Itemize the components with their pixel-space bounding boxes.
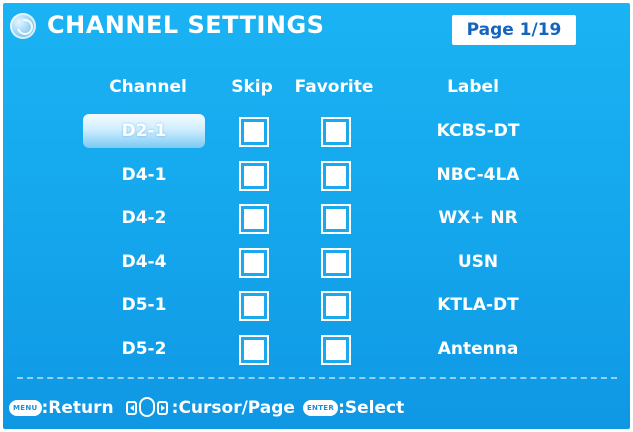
- channel-number[interactable]: D5-1: [83, 288, 205, 322]
- dpad-icon: [125, 397, 169, 419]
- title-bar: CHANNEL SETTINGS Page 1/19: [3, 3, 630, 49]
- skip-checkbox[interactable]: [239, 335, 269, 365]
- channel-label: Antenna: [437, 339, 519, 359]
- return-hint: :Return: [41, 398, 114, 418]
- footer-divider: [17, 377, 617, 379]
- channel-label: WX+ NR: [438, 208, 518, 228]
- page-title: CHANNEL SETTINGS: [47, 11, 325, 39]
- favorite-checkbox[interactable]: [321, 161, 351, 191]
- favorite-checkbox[interactable]: [321, 248, 351, 278]
- select-hint: :Select: [338, 398, 405, 418]
- enter-key-icon: ENTER: [302, 400, 339, 416]
- favorite-checkbox[interactable]: [321, 204, 351, 234]
- channel-number[interactable]: D5-2: [83, 332, 205, 366]
- channel-label: NBC-4LA: [436, 165, 520, 185]
- page-indicator: Page 1/19: [452, 15, 576, 45]
- channel-label: KTLA-DT: [437, 295, 519, 315]
- skip-checkbox[interactable]: [239, 161, 269, 191]
- channel-row[interactable]: D4-1 NBC-4LA: [3, 158, 630, 196]
- favorite-checkbox[interactable]: [321, 117, 351, 147]
- channel-settings-screen: CHANNEL SETTINGS Page 1/19 Channel Skip …: [3, 3, 630, 429]
- channel-number[interactable]: D4-2: [83, 201, 205, 235]
- favorite-checkbox[interactable]: [321, 291, 351, 321]
- channel-label: KCBS-DT: [436, 121, 520, 141]
- column-header-channel: Channel: [109, 77, 187, 97]
- skip-checkbox[interactable]: [239, 248, 269, 278]
- channel-row[interactable]: D4-2 WX+ NR: [3, 201, 630, 239]
- footer-hints: MENU :Return :Cursor/Page ENTER :Select: [9, 396, 404, 420]
- skip-checkbox[interactable]: [239, 204, 269, 234]
- channel-label: USN: [457, 252, 499, 272]
- channel-row[interactable]: D5-1 KTLA-DT: [3, 288, 630, 326]
- skip-checkbox[interactable]: [239, 117, 269, 147]
- channel-row[interactable]: D2-1 KCBS-DT: [3, 114, 630, 152]
- cursor-page-hint: :Cursor/Page: [171, 398, 295, 418]
- column-header-skip: Skip: [231, 77, 273, 97]
- channel-row[interactable]: D4-4 USN: [3, 245, 630, 283]
- menu-key-icon: MENU: [9, 400, 42, 416]
- channel-number[interactable]: D4-1: [83, 158, 205, 192]
- channel-number[interactable]: D2-1: [83, 114, 205, 148]
- globe-icon: [10, 13, 36, 39]
- column-header-label: Label: [447, 77, 499, 97]
- skip-checkbox[interactable]: [239, 291, 269, 321]
- channel-row[interactable]: D5-2 Antenna: [3, 332, 630, 370]
- column-header-favorite: Favorite: [294, 77, 374, 97]
- favorite-checkbox[interactable]: [321, 335, 351, 365]
- channel-number[interactable]: D4-4: [83, 245, 205, 279]
